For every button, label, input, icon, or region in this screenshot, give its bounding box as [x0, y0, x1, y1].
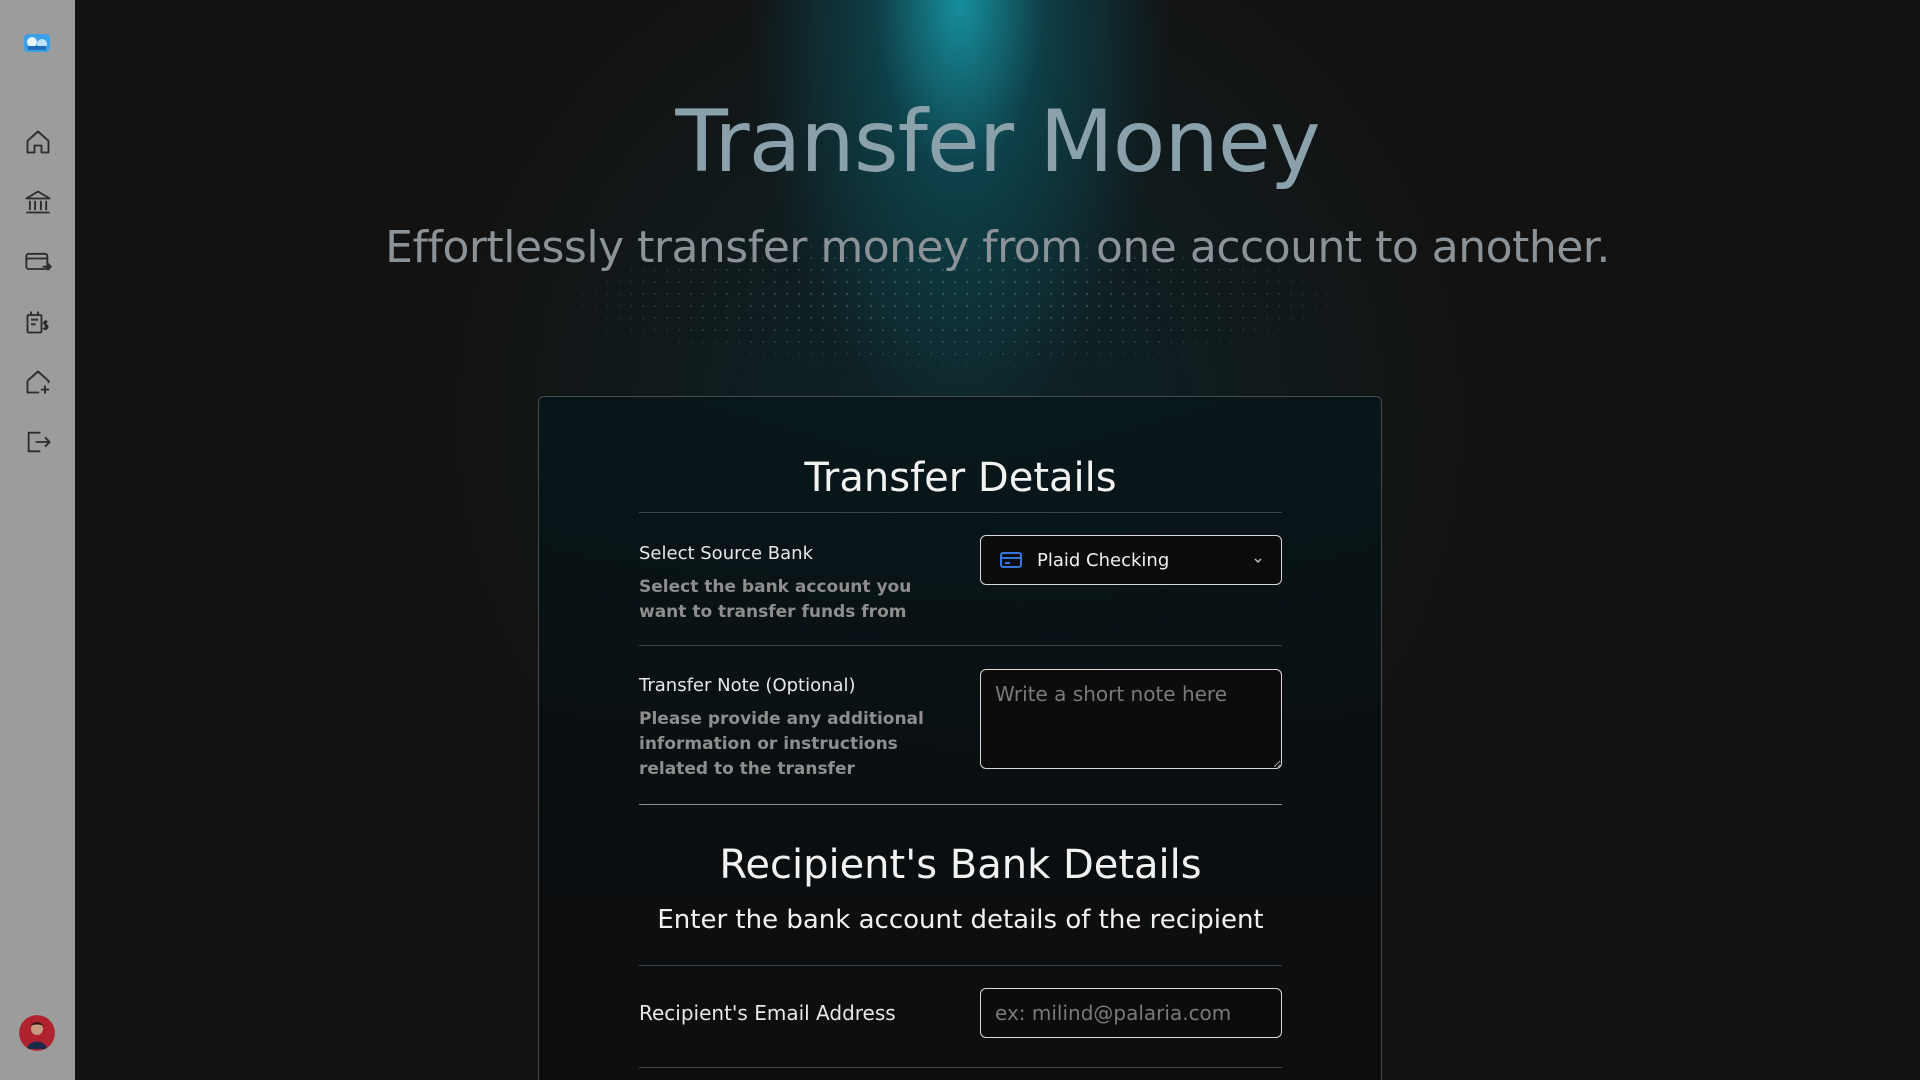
transfer-note-row: Transfer Note (Optional) Please provide …	[639, 669, 1282, 789]
home-plus-icon	[26, 370, 49, 394]
app-root: Transfer Money Effortlessly transfer mon…	[0, 0, 1920, 1080]
transfer-form-card: Transfer Details Select Source Bank Sele…	[538, 396, 1382, 1080]
recipient-title: Recipient's Bank Details	[719, 842, 1202, 888]
source-bank-row: Select Source Bank Select the bank accou…	[639, 535, 1282, 635]
transfer-details-title: Transfer Details	[804, 455, 1117, 501]
sidebar-item-transactions[interactable]	[0, 232, 75, 292]
receipt-dollar-icon	[26, 311, 49, 334]
transfer-note-label: Transfer Note (Optional)	[639, 675, 856, 696]
home-icon	[26, 130, 49, 154]
recipient-subtitle: Enter the bank account details of the re…	[657, 905, 1264, 935]
source-bank-select[interactable]: Plaid Checking	[980, 535, 1282, 585]
sidebar-item-home[interactable]	[0, 112, 75, 172]
logo-icon[interactable]	[22, 30, 52, 56]
section-divider	[639, 804, 1282, 805]
divider	[639, 965, 1282, 966]
logout-icon	[27, 431, 51, 453]
main-content: Transfer Money Effortlessly transfer mon…	[75, 0, 1920, 1080]
divider	[639, 1067, 1282, 1068]
recipient-email-input[interactable]	[980, 988, 1282, 1038]
page-title: Transfer Money	[675, 92, 1320, 192]
divider	[639, 512, 1282, 513]
source-bank-label: Select Source Bank	[639, 543, 814, 564]
sidebar-nav	[0, 112, 75, 472]
page-subtitle: Effortlessly transfer money from one acc…	[385, 222, 1610, 273]
card-transfer-icon	[24, 252, 52, 271]
source-bank-description: Select the bank account you want to tran…	[639, 577, 912, 622]
avatar[interactable]	[19, 1015, 55, 1051]
chevron-down-icon	[1254, 558, 1262, 564]
source-bank-selected: Plaid Checking	[1037, 549, 1170, 571]
sidebar-item-logout[interactable]	[0, 412, 75, 472]
divider	[639, 645, 1282, 646]
recipient-email-label: Recipient's Email Address	[639, 1001, 896, 1025]
sidebar-item-payment[interactable]	[0, 292, 75, 352]
sidebar-item-connect-bank[interactable]	[0, 352, 75, 412]
credit-card-icon	[1000, 552, 1022, 568]
transfer-note-description: Please provide any additional informatio…	[639, 709, 924, 779]
recipient-email-row: Recipient's Email Address	[639, 988, 1282, 1051]
sidebar-item-banks[interactable]	[0, 172, 75, 232]
bank-icon	[24, 190, 51, 214]
transfer-note-input[interactable]	[980, 669, 1282, 769]
sidebar	[0, 0, 75, 1080]
